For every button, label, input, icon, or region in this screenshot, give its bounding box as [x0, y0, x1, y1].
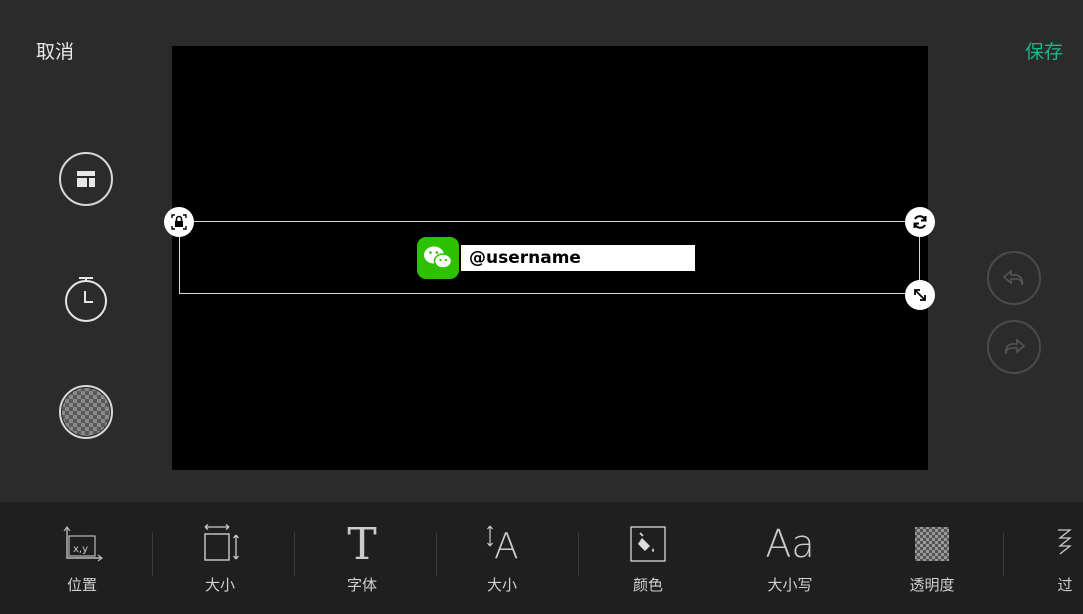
tool-color[interactable]: 颜色 — [618, 520, 678, 602]
rotate-handle-icon[interactable] — [905, 207, 935, 237]
opacity-icon — [914, 520, 950, 568]
tool-label: 字体 — [346, 576, 377, 594]
tool-case[interactable]: Aa 大小写 — [755, 520, 825, 602]
svg-text:A: A — [494, 526, 519, 566]
redo-icon[interactable] — [987, 320, 1041, 374]
divider — [294, 532, 295, 576]
divider — [436, 532, 437, 576]
tool-label: 大小 — [486, 576, 517, 594]
svg-text:x,y: x,y — [73, 544, 88, 555]
resize-icon — [197, 520, 243, 568]
tool-font-size[interactable]: A 大小 — [472, 520, 532, 602]
fill-color-icon — [628, 520, 668, 568]
tool-transition[interactable]: 过 — [1050, 520, 1080, 602]
layout-icon[interactable] — [59, 152, 113, 206]
username-overlay[interactable]: @username — [417, 237, 695, 279]
tool-label: 颜色 — [632, 576, 663, 594]
tool-label: 大小 — [204, 576, 235, 594]
transparency-icon[interactable] — [59, 385, 113, 439]
case-icon: Aa — [765, 522, 815, 566]
tool-size[interactable]: 大小 — [190, 520, 250, 602]
undo-icon[interactable] — [987, 251, 1041, 305]
divider — [578, 532, 579, 576]
divider — [1003, 532, 1004, 576]
font-size-icon: A — [479, 520, 525, 568]
transition-icon — [1054, 520, 1076, 568]
wechat-icon — [417, 237, 459, 279]
tool-label: 位置 — [66, 576, 97, 594]
tool-label: 大小写 — [767, 576, 813, 594]
tool-position[interactable]: x,y 位置 — [52, 520, 112, 602]
username-text: @username — [461, 245, 695, 271]
position-icon: x,y — [59, 520, 105, 568]
tool-opacity[interactable]: 透明度 — [902, 520, 962, 602]
divider — [152, 532, 153, 576]
bottom-toolbar: x,y 位置 大小 T 字体 A 大小 颜色 Aa 大小写 透明度 过 — [0, 502, 1083, 614]
cancel-button[interactable]: 取消 — [36, 37, 74, 64]
tool-label: 过 — [1057, 576, 1073, 594]
lock-handle-icon[interactable] — [164, 207, 194, 237]
scale-handle-icon[interactable] — [905, 280, 935, 310]
tool-label: 透明度 — [909, 576, 955, 594]
timer-icon[interactable] — [59, 271, 113, 325]
top-strip — [0, 0, 1083, 12]
tool-font[interactable]: T 字体 — [332, 518, 392, 602]
font-icon: T — [347, 518, 377, 570]
save-button[interactable]: 保存 — [1025, 37, 1063, 64]
